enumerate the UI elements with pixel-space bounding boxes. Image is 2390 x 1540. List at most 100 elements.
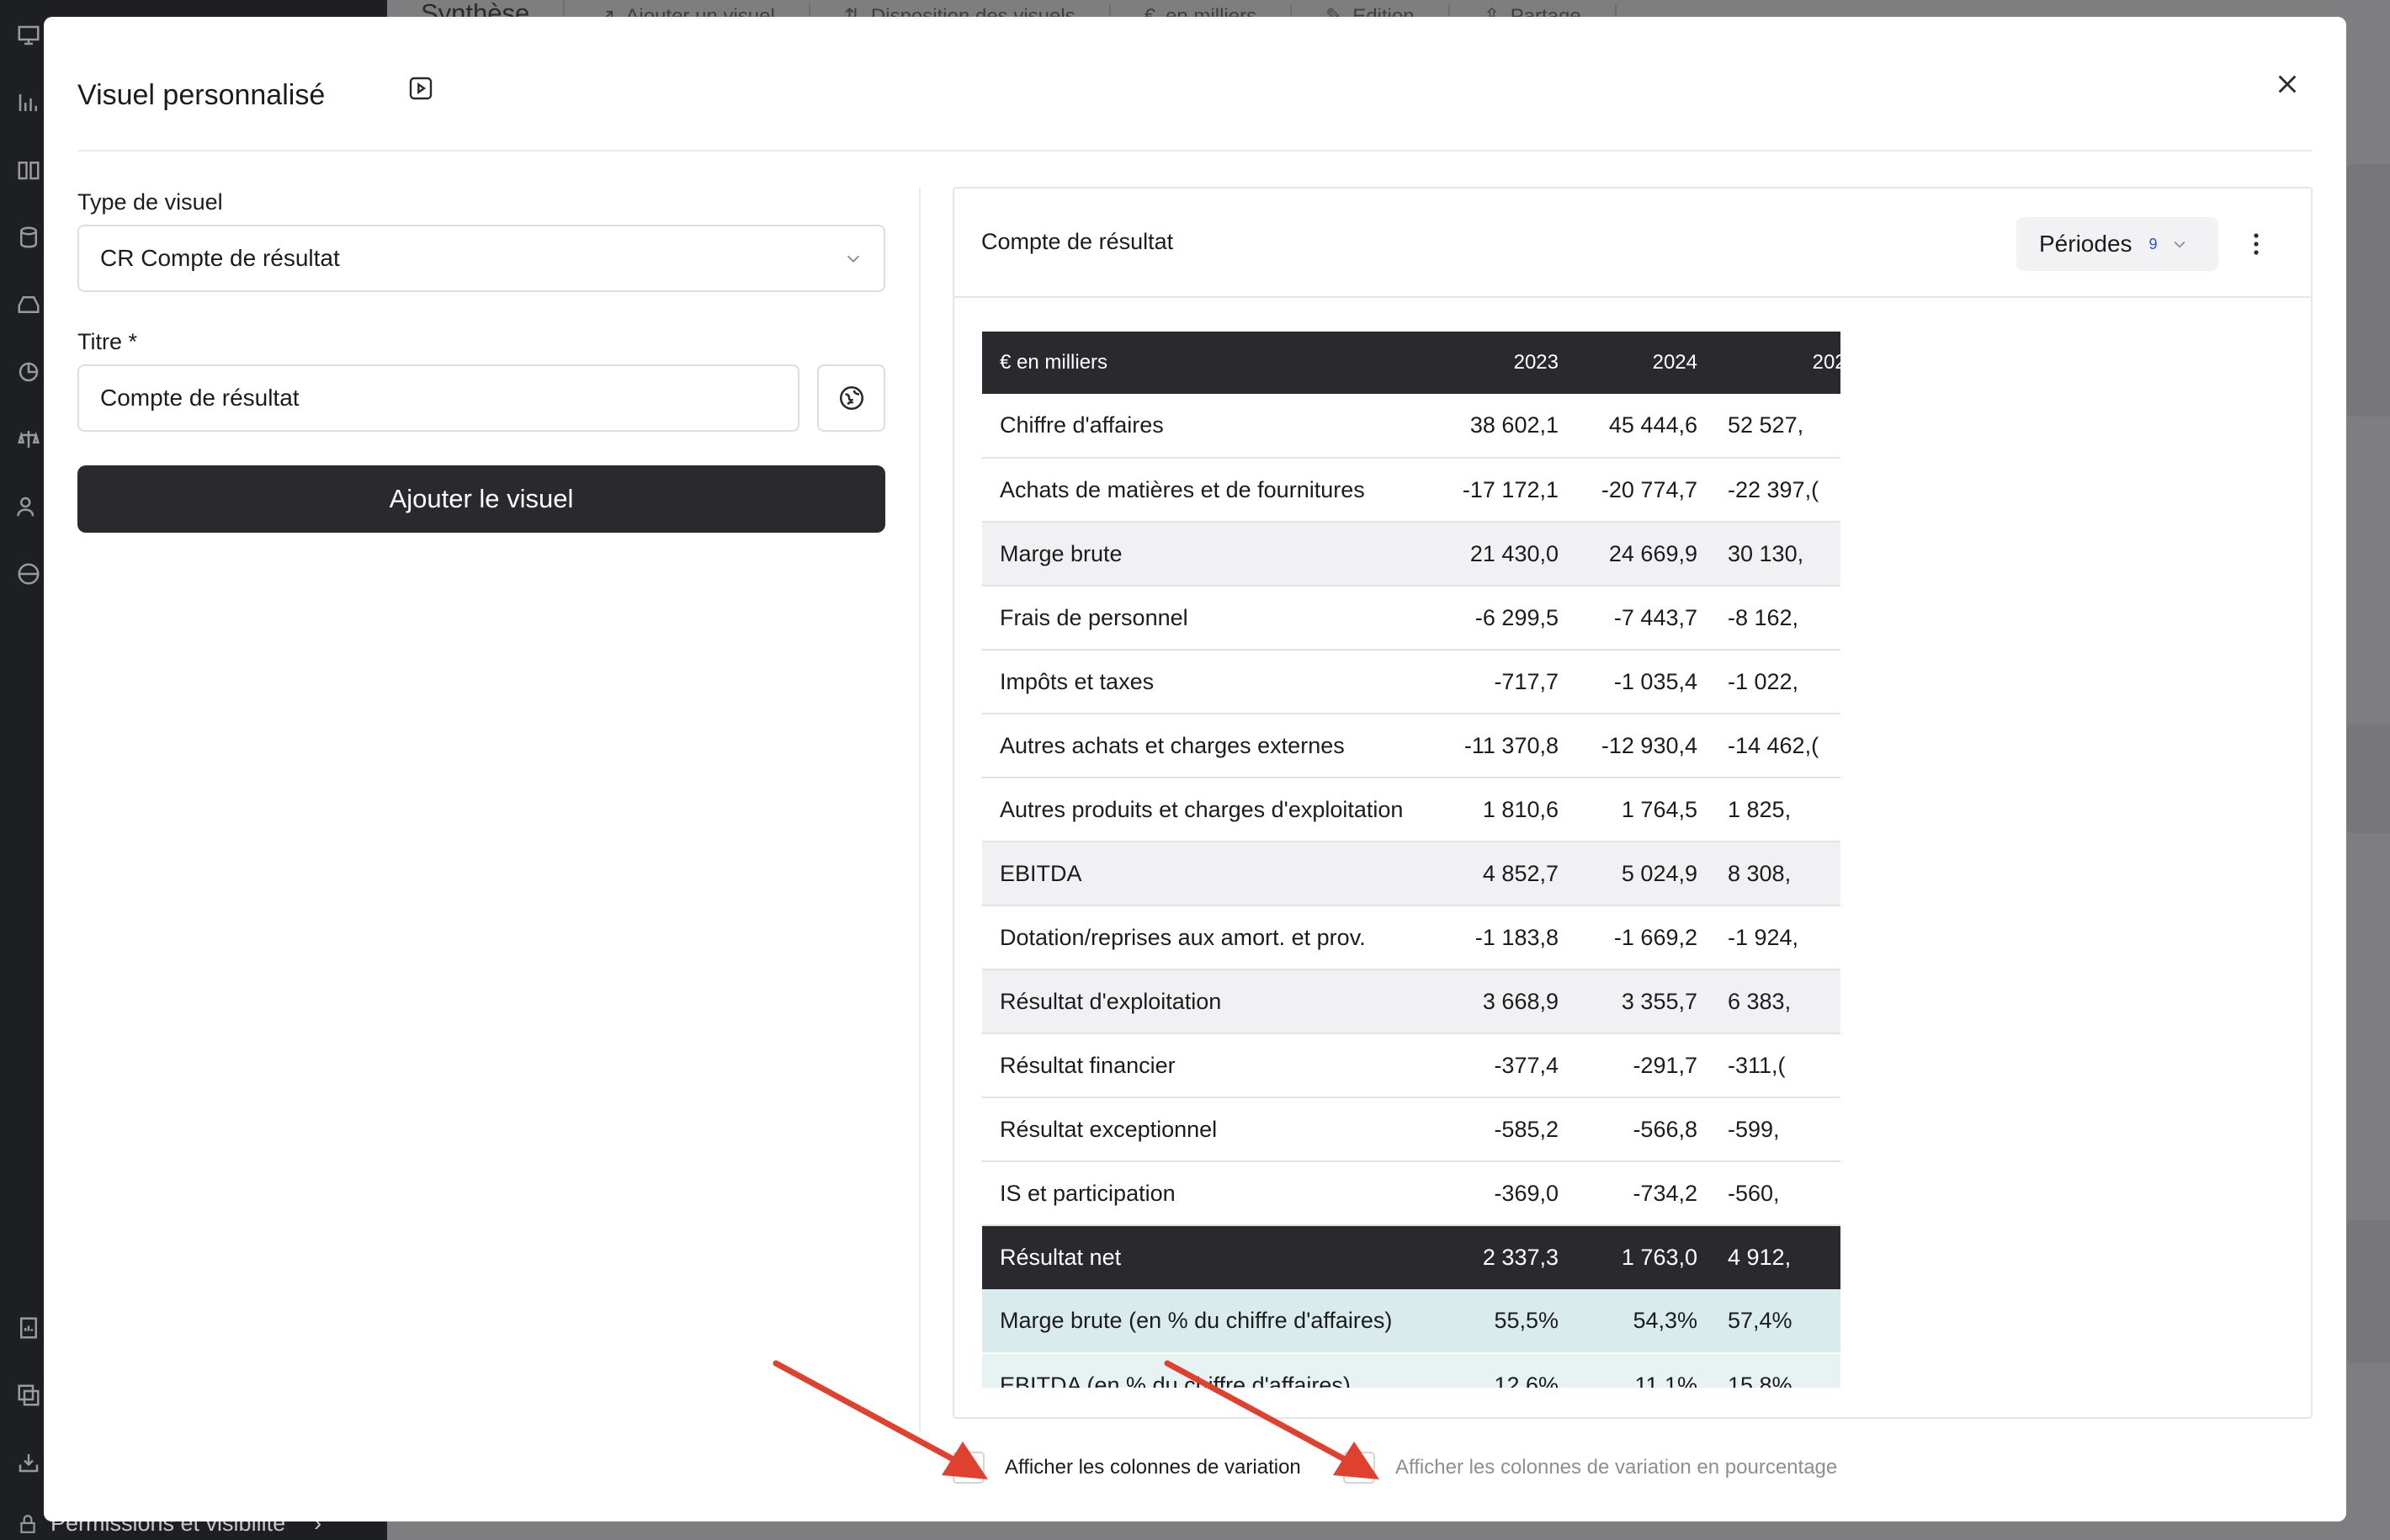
cell-value: 45 444,6	[1575, 394, 1714, 459]
cell-value: -1 183,8	[1437, 905, 1575, 970]
report-icon[interactable]	[12, 1311, 45, 1345]
pie-chart-icon[interactable]	[12, 355, 45, 389]
copy-icon[interactable]	[12, 1378, 45, 1412]
income-statement-table-viewport[interactable]: € en milliers 2023 2024 2025 Chiffre d'a…	[982, 332, 1840, 1388]
cell-value: 21 430,0	[1437, 522, 1575, 587]
cell-value: 24 669,9	[1575, 522, 1714, 587]
row-label: Chiffre d'affaires	[982, 394, 1437, 459]
table-body: Chiffre d'affaires 38 602,1 45 444,6 52 527…	[982, 394, 1840, 1388]
sparkle-globe-icon	[839, 385, 863, 411]
database-icon[interactable]	[12, 220, 45, 254]
table-row: IS et participation -369,0 -734,2 -560,	[982, 1161, 1840, 1226]
periods-dropdown[interactable]: Périodes 9	[2016, 217, 2218, 271]
table-row: EBITDA 4 852,7 5 024,9 8 308,	[982, 842, 1840, 906]
modal-title: Visuel personnalisé	[77, 79, 326, 111]
row-label: Marge brute (en % du chiffre d'affaires)	[982, 1289, 1437, 1354]
header-year: 2023	[1437, 332, 1575, 394]
cell-value: -1 035,4	[1575, 650, 1714, 714]
table-row: Résultat net 2 337,3 1 763,0 4 912,	[982, 1225, 1840, 1289]
table-row: Marge brute (en % du chiffre d'affaires)…	[982, 1289, 1840, 1354]
cell-value: 11,1%	[1575, 1353, 1714, 1388]
row-label: Autres produits et charges d'exploitatio…	[982, 778, 1437, 842]
income-statement-table: € en milliers 2023 2024 2025 Chiffre d'a…	[982, 332, 1840, 1388]
download-icon[interactable]	[12, 1446, 45, 1479]
cell-value: 38 602,1	[1437, 394, 1575, 459]
annotation-arrow	[773, 1360, 988, 1479]
bar-chart-icon[interactable]	[12, 86, 45, 119]
header-unit: € en milliers	[982, 332, 1437, 394]
row-label: EBITDA	[982, 842, 1437, 906]
preview-title: Compte de résultat	[981, 229, 1174, 254]
cell-value: -12 930,4	[1575, 714, 1714, 778]
background-toolbar: Synthèse ↗ Ajouter un visuel ⇅ Disposition…	[387, 0, 1734, 19]
more-options-button[interactable]	[2244, 227, 2269, 261]
table-row: Autres achats et charges externes -11 370…	[982, 714, 1840, 778]
cell-value: -734,2	[1575, 1161, 1714, 1226]
cell-value: -1 669,2	[1575, 905, 1714, 970]
globe-icon[interactable]	[12, 557, 45, 591]
visual-type-select[interactable]: CR Compte de résultat	[77, 225, 885, 292]
cell-value: 1 810,6	[1437, 778, 1575, 842]
tab-synthese[interactable]: Synthèse	[387, 0, 566, 19]
inbox-icon[interactable]	[12, 288, 45, 321]
cell-value: -560,	[1714, 1161, 1840, 1226]
chevron-down-icon	[847, 255, 860, 263]
table-row: Résultat d'exploitation 3 668,9 3 355,7 6 3…	[982, 969, 1840, 1034]
row-label: Résultat d'exploitation	[982, 969, 1437, 1034]
table-row: Dotation/reprises aux amort. et prov. -1 …	[982, 905, 1840, 970]
cell-value: -1 924,	[1714, 905, 1840, 970]
title-field-label: Titre *	[77, 329, 138, 354]
cell-value: 8 308,	[1714, 842, 1840, 906]
cell-value: -599,	[1714, 1097, 1840, 1162]
table-header-row: € en milliers 2023 2024 2025	[982, 332, 1840, 394]
row-label: Résultat financier	[982, 1033, 1437, 1098]
cell-value: 55,5%	[1437, 1289, 1575, 1354]
row-label: Autres achats et charges externes	[982, 714, 1437, 778]
row-label: Achats de matières et de fournitures	[982, 458, 1437, 523]
header-divider	[77, 150, 2313, 151]
custom-visual-modal: Visuel personnalisé Type de visuel CR Co…	[44, 17, 2346, 1521]
cell-value: -311,(	[1714, 1033, 1840, 1098]
scale-icon[interactable]	[12, 422, 45, 456]
variation-pct-option[interactable]: Afficher les colonnes de variation en po…	[1343, 1452, 1837, 1484]
table-row: Impôts et taxes -717,7 -1 035,4 -1 022,	[982, 650, 1840, 714]
cell-value: 1 763,0	[1575, 1225, 1714, 1289]
table-row: Frais de personnel -6 299,5 -7 443,7 -8 162…	[982, 586, 1840, 651]
preview-header: Compte de résultat Périodes 9	[954, 189, 2311, 298]
cell-value: -369,0	[1437, 1161, 1575, 1226]
background-card	[2344, 724, 2390, 833]
book-icon[interactable]	[12, 153, 45, 187]
tutorial-video-button[interactable]	[401, 69, 440, 108]
cell-value: 30 130,	[1714, 522, 1840, 587]
table-row: Résultat financier -377,4 -291,7 -311,(	[982, 1033, 1840, 1098]
cell-value: -14 462,(	[1714, 714, 1840, 778]
chevron-down-icon	[2171, 236, 2188, 252]
annotation-arrow	[1164, 1360, 1379, 1479]
cell-value: 4 912,	[1714, 1225, 1840, 1289]
row-label: Impôts et taxes	[982, 650, 1437, 714]
row-label: Frais de personnel	[982, 586, 1437, 651]
lock-icon	[20, 1514, 35, 1533]
title-input[interactable]: Compte de résultat	[77, 364, 799, 432]
table-row: Chiffre d'affaires 38 602,1 45 444,6 52 527…	[982, 394, 1840, 459]
cell-value: 57,4%	[1714, 1289, 1840, 1354]
background-card	[2344, 164, 2390, 417]
row-label: Dotation/reprises aux amort. et prov.	[982, 905, 1437, 970]
ai-suggest-button[interactable]	[817, 364, 885, 432]
close-button[interactable]	[2262, 59, 2313, 109]
cell-value: 12,6%	[1437, 1353, 1575, 1388]
cell-value: 52 527,	[1714, 394, 1840, 459]
variation-pct-label: Afficher les colonnes de variation en po…	[1395, 1456, 1838, 1479]
users-icon[interactable]	[12, 490, 45, 523]
row-label: IS et participation	[982, 1161, 1437, 1226]
cell-value: 15,8%	[1714, 1353, 1840, 1388]
presentation-icon[interactable]	[12, 19, 45, 52]
cell-value: 1 825,	[1714, 778, 1840, 842]
periods-label: Périodes	[2039, 231, 2132, 257]
table-row: Résultat exceptionnel -585,2 -566,8 -599,	[982, 1097, 1840, 1162]
cell-value: 3 355,7	[1575, 969, 1714, 1034]
cell-value: 6 383,	[1714, 969, 1840, 1034]
cell-value: -377,4	[1437, 1033, 1575, 1098]
play-icon	[409, 77, 433, 100]
add-visual-button[interactable]: Ajouter le visuel	[77, 465, 885, 533]
